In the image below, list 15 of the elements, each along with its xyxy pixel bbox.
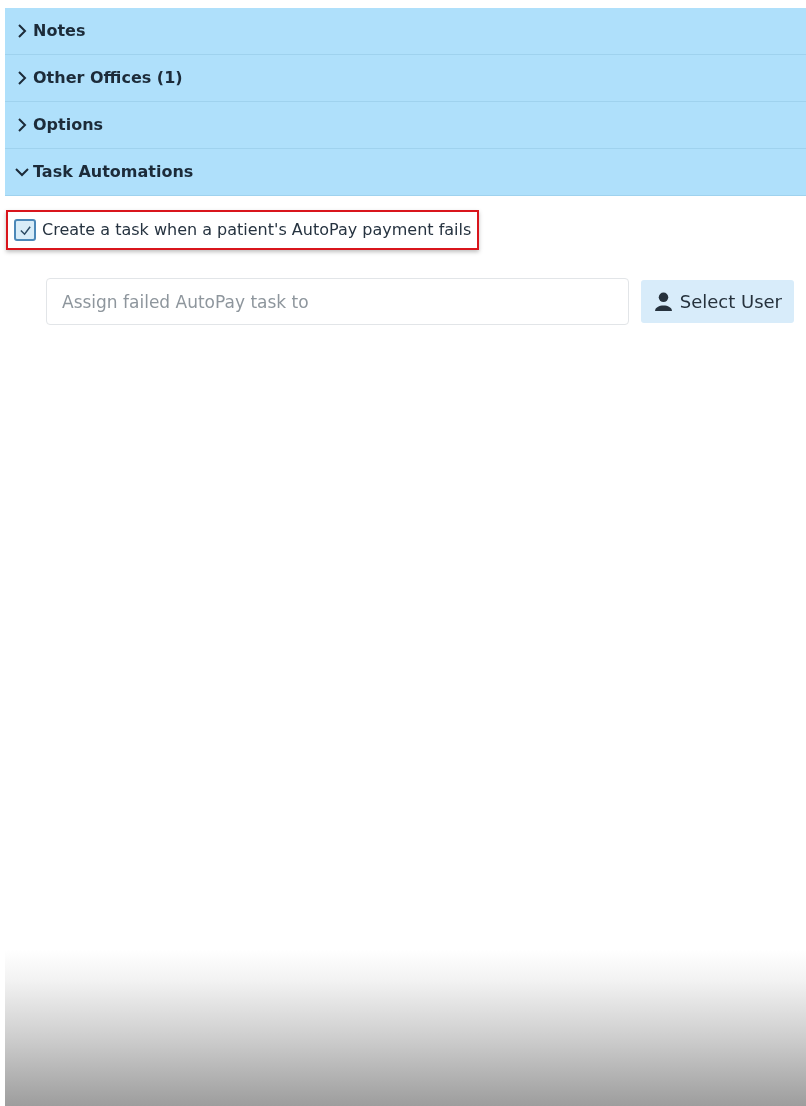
checkbox-option[interactable]: Create a task when a patient's AutoPay payment fails — [6, 210, 480, 250]
chevron-down-icon — [15, 165, 29, 179]
checkmark-icon — [18, 223, 32, 237]
assignee-field[interactable]: Assign failed AutoPay task to — [46, 278, 629, 325]
checkbox-label: Create a task when a patient's AutoPay payment fails — [42, 219, 472, 241]
checkbox[interactable] — [14, 219, 36, 241]
section-header[interactable]: Notes — [5, 8, 806, 55]
chevron-right-icon — [15, 118, 29, 132]
user-icon — [654, 292, 672, 311]
chevron-right-icon — [15, 24, 29, 38]
section-header[interactable]: Other Offices (1) — [5, 55, 806, 102]
section-header[interactable]: Options — [5, 102, 806, 149]
select-user-button[interactable]: Select User — [640, 280, 794, 323]
chevron-right-icon — [15, 71, 29, 85]
section-header[interactable]: Task Automations — [5, 149, 806, 196]
